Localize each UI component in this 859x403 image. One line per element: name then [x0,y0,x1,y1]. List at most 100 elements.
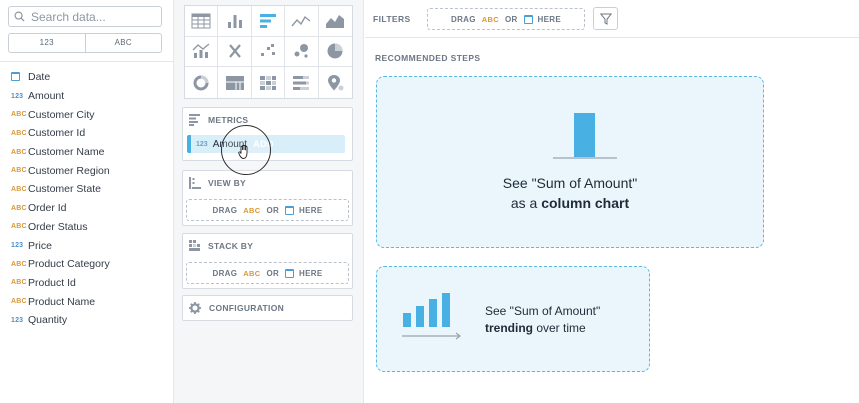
field-type-badge: ABC [11,111,27,119]
field-type-badge: ABC [11,298,27,306]
filter-button[interactable] [593,7,618,30]
field-label: Product Name [28,295,96,308]
viz-treemap[interactable] [218,67,252,98]
recommended-steps-title: RECOMMENDED STEPS [375,53,481,63]
viz-donut[interactable] [185,67,219,98]
calendar-icon [523,14,533,24]
metrics-title: METRICS [189,114,248,126]
field-label: Customer Name [28,146,105,159]
viz-table[interactable] [185,6,219,37]
field-item[interactable]: Date [0,68,174,87]
viz-line[interactable] [285,6,319,37]
line-chart-icon [291,15,311,27]
field-label: Customer State [28,183,101,196]
bubble-chart-icon [294,44,309,59]
drag-handle[interactable] [187,135,191,153]
treemap-icon [225,75,244,90]
field-item[interactable]: ABC Product Category [0,255,174,274]
view-by-title: VIEW BY [189,177,246,189]
field-type-badge: ABC [11,204,27,212]
text-filter-button[interactable]: ABC [84,34,162,52]
field-type-badge: 123 [11,242,24,250]
field-type-badge: 123 [11,92,24,100]
recommendation-subtext: as a column chart [510,195,630,211]
field-item[interactable]: 123 Amount [0,87,174,106]
calendar-icon [11,71,28,83]
viz-headline[interactable] [218,36,252,68]
viz-geo[interactable] [318,67,352,98]
viz-bubble[interactable] [285,36,319,68]
field-item[interactable]: ABC Order Id [0,199,174,218]
field-item[interactable]: 123 Quantity [0,311,174,330]
field-label: Date [28,71,51,84]
view-by-bucket: VIEW BY DRAG ABC OR HERE [182,170,353,226]
configuration-section[interactable]: CONFIGURATION [182,295,353,321]
combo-chart-icon [192,43,210,59]
viz-scatter[interactable] [251,36,286,68]
viz-pie[interactable] [318,36,352,68]
viz-area[interactable] [318,6,352,37]
visualization-type-picker [184,5,353,99]
field-label: Product Id [28,276,76,289]
column-chart-icon [227,14,242,28]
column-chart-icon [553,113,617,159]
bullet-chart-icon [293,75,310,90]
field-item[interactable]: ABC Product Name [0,292,174,311]
field-type-badge: ABC [11,148,27,156]
field-label: Customer Id [28,127,86,140]
viz-combo[interactable] [185,36,219,68]
trend-chart-icon [402,293,461,340]
view-by-icon [189,177,201,189]
recommendation-column-chart[interactable]: See "Sum of Amount" as a column chart [376,76,764,248]
numeric-filter-button[interactable]: 123 [9,34,85,52]
viz-column[interactable] [218,6,252,37]
field-type-badge: ABC [11,223,27,231]
field-type-badge: ABC [11,129,27,137]
field-type-badge: ABC [11,260,27,268]
recommendation-subtext: trending over time [485,321,586,335]
recommendation-trend[interactable]: See "Sum of Amount" trending over time [376,266,650,372]
search-icon [14,11,25,22]
data-catalog: Search data... 123 ABC Date 123 Amount ABC C… [0,0,174,403]
viz-bullet[interactable] [285,67,319,98]
field-item[interactable]: ABC Customer Region [0,161,174,180]
area-chart-icon [326,14,345,28]
search-input[interactable]: Search data... [8,6,162,27]
type-filter: 123 ABC [8,33,162,53]
field-item[interactable]: ABC Customer State [0,180,174,199]
field-item[interactable]: ABC Product Id [0,274,174,293]
search-placeholder: Search data... [31,10,106,24]
metrics-icon [189,114,200,126]
stack-by-dropzone[interactable]: DRAG ABC OR HERE [186,262,349,284]
field-label: Product Category [28,258,110,271]
stack-by-title: STACK BY [189,240,253,252]
viz-bar[interactable] [251,6,286,37]
view-by-dropzone[interactable]: DRAG ABC OR HERE [186,199,349,221]
field-item[interactable]: ABC Customer Name [0,143,174,162]
donut-chart-icon [193,75,209,91]
field-type-badge: 123 [11,316,24,324]
grab-cursor-icon [238,144,248,159]
heatmap-icon [259,75,276,90]
calendar-icon [285,268,295,278]
field-list: Date 123 Amount ABC Customer City ABC Customer… [0,68,174,330]
filter-dropzone[interactable]: DRAG ABC OR HERE [427,8,585,30]
field-item[interactable]: ABC Customer Id [0,124,174,143]
chip-type: 123 [196,140,208,148]
field-type-badge: ABC [11,185,27,193]
stack-by-bucket: STACK BY DRAG ABC OR HERE [182,233,353,289]
funnel-icon [599,13,612,25]
calendar-icon [285,205,295,215]
field-item[interactable]: 123 Price [0,236,174,255]
field-item[interactable]: ABC Order Status [0,218,174,237]
viz-heatmap[interactable] [251,67,286,98]
pie-chart-icon [327,43,343,59]
field-label: Customer City [28,108,95,121]
recommendation-text: See "Sum of Amount" [485,304,601,318]
visualization-canvas: FILTERS DRAG ABC OR HERE RECOMMENDED STE… [365,0,859,403]
recommendation-text: See "Sum of Amount" [502,175,638,191]
configuration-panel: METRICS 123 Amount ADD VIEW BY DRAG ABC … [174,0,364,403]
field-label: Order Status [28,220,88,233]
geo-chart-icon [328,74,344,91]
field-item[interactable]: ABC Customer City [0,105,174,124]
